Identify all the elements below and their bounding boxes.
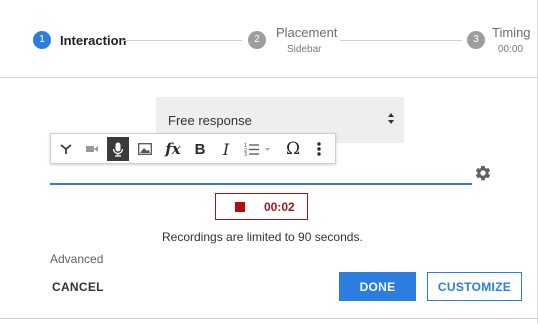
- dialog-edge-bottom: [0, 318, 538, 319]
- done-button[interactable]: DONE: [339, 272, 416, 301]
- numbered-list-icon[interactable]: 1 2 3: [242, 137, 276, 161]
- gear-icon[interactable]: [474, 164, 492, 182]
- audio-wave-icon[interactable]: [55, 137, 77, 161]
- response-type-value: Free response: [168, 113, 252, 128]
- customize-button[interactable]: CUSTOMIZE: [427, 272, 522, 301]
- advanced-link[interactable]: Advanced: [50, 252, 103, 266]
- omega-glyph: Ω: [285, 139, 301, 159]
- image-icon[interactable]: [134, 137, 156, 161]
- cancel-button[interactable]: CANCEL: [52, 280, 104, 294]
- step-3-number[interactable]: 3: [467, 31, 485, 49]
- video-camera-icon[interactable]: [81, 137, 103, 161]
- step-1-number[interactable]: 1: [33, 31, 51, 49]
- italic-glyph: I: [222, 139, 230, 159]
- interaction-dialog: 1 Interaction 2 Placement Sidebar 3 Timi…: [0, 0, 538, 324]
- stop-icon[interactable]: [235, 202, 245, 212]
- editor-toolbar: fx B I 1 2 3 Ω: [50, 133, 336, 164]
- more-vert-icon[interactable]: [310, 137, 328, 161]
- stepper: 1 Interaction 2 Placement Sidebar 3 Timi…: [0, 0, 537, 78]
- step-3-title[interactable]: Timing: [492, 25, 531, 40]
- svg-text:3: 3: [244, 152, 247, 156]
- formula-icon[interactable]: fx: [161, 137, 185, 161]
- step-2-subtitle: Sidebar: [287, 44, 322, 55]
- step-connector-1: [122, 40, 242, 41]
- bold-glyph: B: [194, 140, 206, 158]
- recording-limit-note: Recordings are limited to 90 seconds.: [162, 230, 363, 244]
- editor-field-underline[interactable]: [50, 183, 472, 185]
- formula-glyph: fx: [165, 140, 181, 158]
- recording-timer[interactable]: 00:02: [215, 193, 308, 220]
- bold-icon[interactable]: B: [190, 137, 210, 161]
- step-3-subtitle: 00:00: [498, 44, 524, 55]
- step-connector-2: [340, 40, 462, 41]
- select-arrows-icon: [388, 113, 394, 124]
- step-2-number[interactable]: 2: [248, 31, 266, 49]
- step-2-title[interactable]: Placement: [276, 25, 337, 40]
- italic-icon[interactable]: I: [216, 137, 236, 161]
- recording-elapsed: 00:02: [264, 200, 295, 214]
- special-character-icon[interactable]: Ω: [282, 137, 304, 161]
- microphone-icon[interactable]: [107, 137, 129, 161]
- step-1-title[interactable]: Interaction: [60, 33, 126, 48]
